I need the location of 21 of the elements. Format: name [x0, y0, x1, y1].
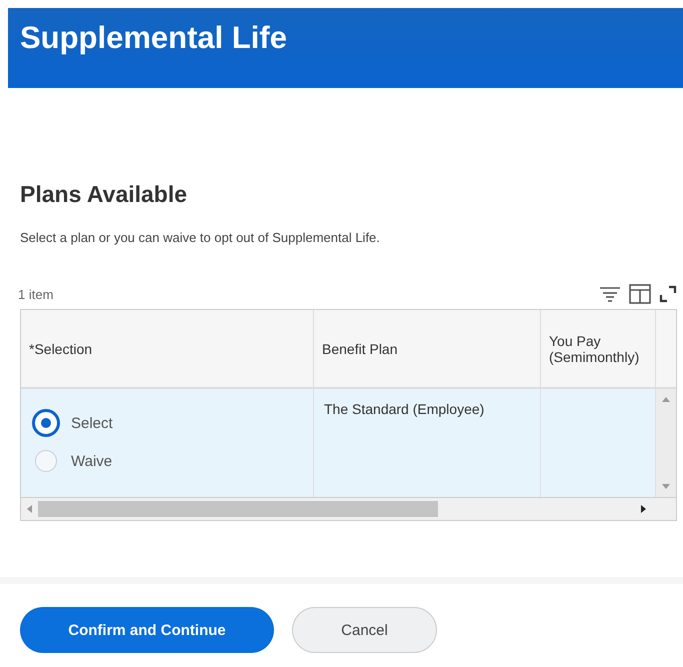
- vertical-scrollbar[interactable]: [656, 389, 676, 497]
- expand-icon[interactable]: [659, 285, 677, 303]
- radio-option[interactable]: Waive: [35, 450, 299, 472]
- columns-icon[interactable]: [629, 284, 651, 304]
- confirm-button[interactable]: Confirm and Continue: [20, 607, 274, 653]
- scroll-down-icon[interactable]: [662, 484, 670, 489]
- column-header: You Pay (Semimonthly): [541, 310, 656, 389]
- page-title: Supplemental Life: [20, 20, 287, 56]
- scroll-up-icon[interactable]: [662, 397, 670, 402]
- column-header: *Selection: [21, 310, 314, 389]
- filter-icon[interactable]: [599, 285, 621, 303]
- cancel-button[interactable]: Cancel: [292, 607, 437, 653]
- item-count: 1 item: [18, 286, 54, 302]
- scroll-right-icon[interactable]: [641, 505, 646, 513]
- column-header: Benefit Plan: [314, 310, 541, 389]
- scroll-left-icon[interactable]: [27, 505, 32, 513]
- radio-option[interactable]: Select: [35, 409, 299, 437]
- section-description: Select a plan or you can waive to opt out of Supplemental Life.: [20, 230, 381, 245]
- horizontal-scrollbar[interactable]: [21, 497, 676, 520]
- section-title: Plans Available: [20, 181, 188, 208]
- table-cell: The Standard (Employee): [314, 389, 541, 497]
